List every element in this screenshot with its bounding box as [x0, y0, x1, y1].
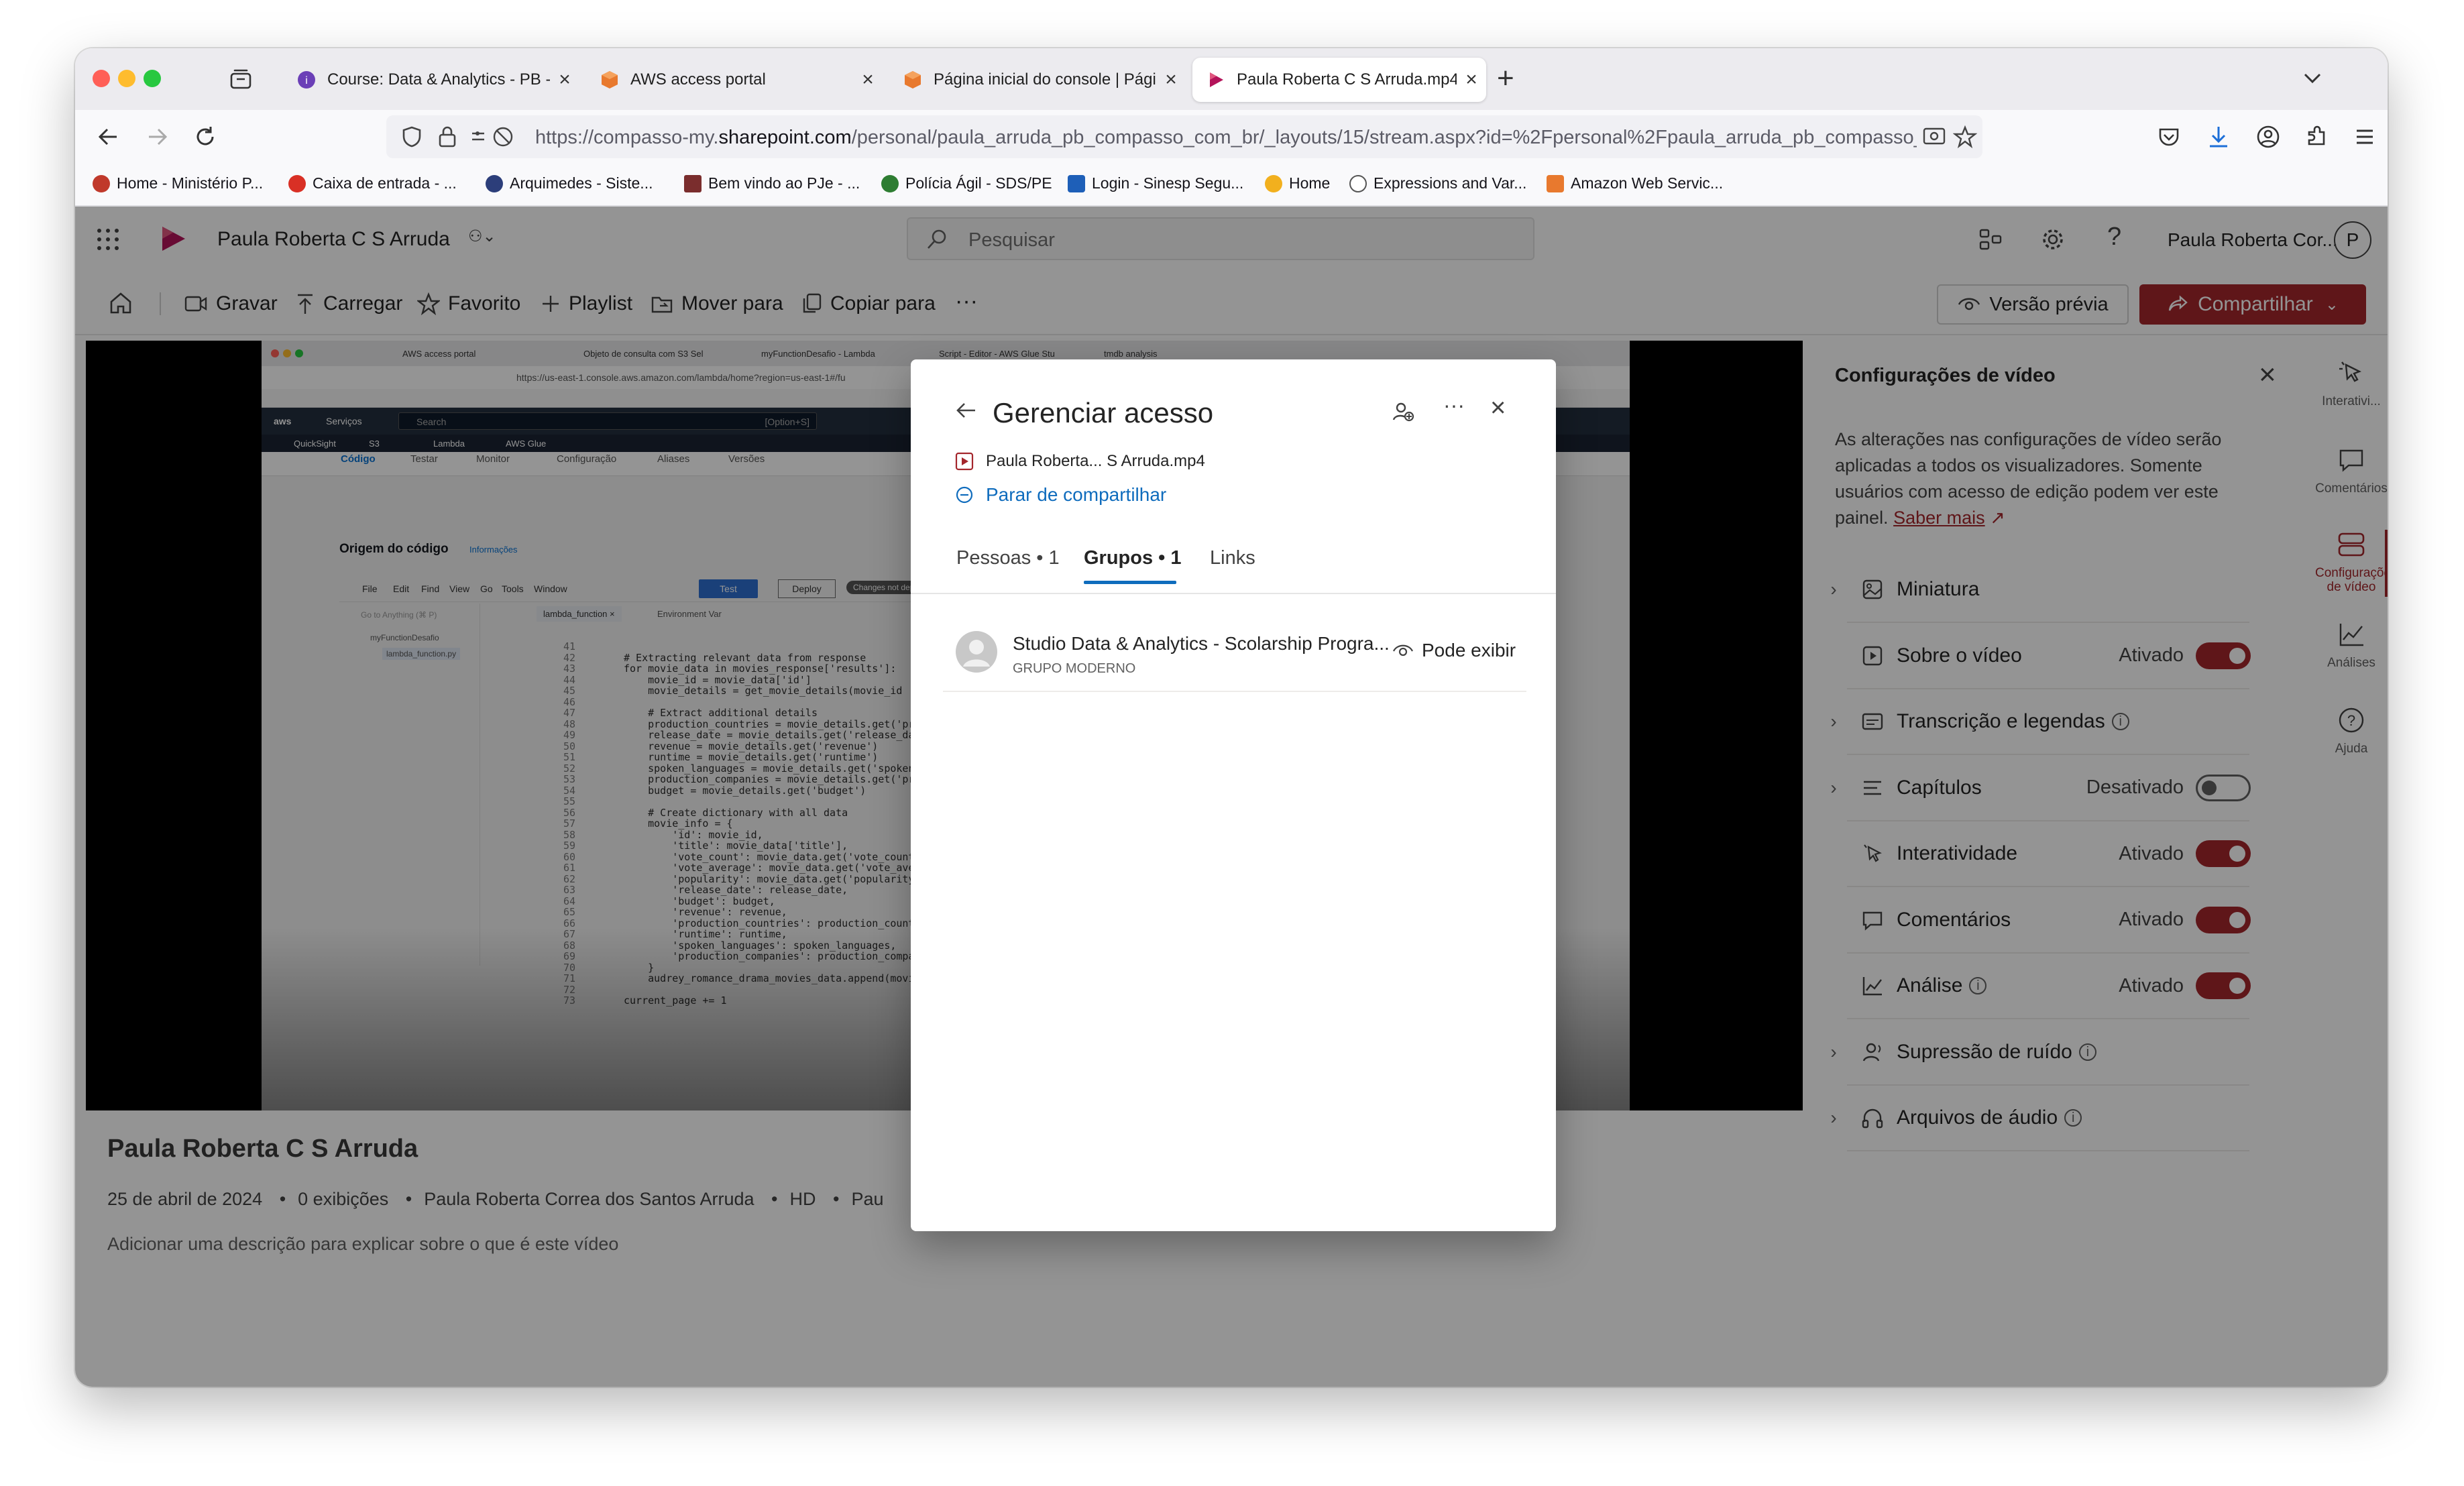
bookmark-item[interactable]: Expressions and Var... [1349, 174, 1526, 192]
tab-people[interactable]: Pessoas • 1 [956, 547, 1060, 569]
group-row[interactable]: Studio Data & Analytics - Scolarship Pro… [943, 613, 1526, 692]
stop-sharing-link[interactable]: Parar de compartilhar [955, 484, 1166, 506]
permission-dropdown[interactable]: Pode exibir [1392, 640, 1516, 661]
bookmark-favicon-icon [881, 174, 899, 192]
url-bar[interactable]: https://compasso-my.sharepoint.com/perso… [386, 115, 1982, 158]
globe-icon [1349, 174, 1367, 192]
forward-arrow-icon[interactable] [144, 123, 170, 150]
eye-icon [1392, 644, 1414, 656]
close-window-button[interactable] [93, 70, 110, 87]
close-tab-icon[interactable]: × [1457, 68, 1486, 91]
file-name: Paula Roberta... S Arruda.mp4 [986, 452, 1205, 470]
bookmark-favicon-icon [684, 174, 702, 192]
more-options-icon[interactable]: ··· [1443, 393, 1465, 418]
file-reference: Paula Roberta... S Arruda.mp4 [955, 452, 1205, 471]
maximize-window-button[interactable] [144, 70, 161, 87]
url-text[interactable]: https://compasso-my.sharepoint.com/perso… [535, 127, 1917, 149]
dialog-title: Gerenciar acesso [993, 397, 1214, 428]
browser-tab[interactable]: Página inicial do console | Págir × [889, 58, 1186, 102]
close-tab-icon[interactable]: × [1156, 68, 1186, 91]
bookmark-star-icon[interactable] [1953, 125, 1977, 149]
bookmark-label: Amazon Web Servic... [1571, 174, 1724, 192]
bookmark-item[interactable]: Caixa de entrada - ... [288, 174, 457, 192]
browser-tab[interactable]: i Course: Data & Analytics - PB - × [283, 58, 579, 102]
tab-label: Página inicial do console | Págir [934, 70, 1156, 89]
permissions-icon[interactable] [469, 125, 520, 149]
menu-hamburger-icon[interactable] [2351, 123, 2378, 150]
navigation-bar: https://compasso-my.sharepoint.com/perso… [75, 110, 2388, 164]
stream-play-icon [1210, 72, 1223, 87]
gmail-icon [288, 174, 306, 192]
group-name: Studio Data & Analytics - Scolarship Pro… [1013, 633, 1390, 654]
tab-list-chevron-icon[interactable] [2302, 68, 2323, 87]
bookmark-label: Login - Sinesp Segu... [1092, 174, 1244, 192]
permission-label: Pode exibir [1422, 640, 1516, 661]
pocket-icon[interactable] [2155, 123, 2182, 150]
bookmark-label: Home [1289, 174, 1331, 192]
close-tab-icon[interactable]: × [853, 68, 883, 91]
tab-label: AWS access portal [630, 70, 766, 89]
course-icon: i [298, 71, 315, 89]
back-arrow-icon[interactable] [954, 398, 978, 422]
aws-cube-icon [1547, 174, 1564, 192]
bookmark-label: Bem vindo ao PJe - ... [708, 174, 860, 192]
bookmark-favicon-icon [1265, 174, 1282, 192]
reload-icon[interactable] [192, 123, 219, 150]
bookmark-label: Home - Ministério P... [117, 174, 264, 192]
stop-sharing-label: Parar de compartilhar [986, 484, 1167, 505]
download-icon[interactable] [2205, 123, 2232, 150]
back-arrow-icon[interactable] [95, 123, 122, 150]
close-tab-icon[interactable]: × [550, 68, 579, 91]
account-icon[interactable] [2255, 123, 2282, 150]
tab-groups[interactable]: Grupos • 1 [1084, 547, 1182, 569]
tab-links[interactable]: Links [1210, 547, 1255, 569]
bookmark-label: Caixa de entrada - ... [313, 174, 457, 192]
video-file-icon [955, 452, 974, 471]
add-people-icon[interactable] [1391, 400, 1415, 424]
bookmark-favicon-icon [1068, 174, 1085, 192]
new-tab-button[interactable]: + [1497, 62, 1514, 95]
tab-label: Course: Data & Analytics - PB - [327, 70, 550, 89]
bookmark-favicon-icon [93, 174, 110, 192]
group-type: GRUPO MODERNO [1013, 661, 1136, 676]
browser-tab-active[interactable]: Paula Roberta C S Arruda.mp4 × [1192, 58, 1486, 102]
bookmark-label: Polícia Ágil - SDS/PE [905, 174, 1052, 192]
active-tab-indicator [1084, 581, 1176, 584]
bookmarks-bar: Home - Ministério P... Caixa de entrada … [75, 164, 2388, 207]
aws-cube-icon [602, 71, 618, 89]
bookmark-item[interactable]: Login - Sinesp Segu... [1068, 174, 1243, 192]
bookmark-item[interactable]: Amazon Web Servic... [1547, 174, 1723, 192]
group-avatar-icon [956, 631, 997, 673]
bookmark-label: Expressions and Var... [1374, 174, 1527, 192]
minimize-window-button[interactable] [118, 70, 135, 87]
tab-bar: i Course: Data & Analytics - PB - × AWS … [75, 48, 2388, 110]
bookmark-label: Arquimedes - Siste... [510, 174, 653, 192]
bookmark-favicon-icon [486, 174, 503, 192]
lock-icon[interactable] [437, 125, 457, 149]
tab-overview-icon[interactable] [229, 68, 252, 90]
tab-label: Paula Roberta C S Arruda.mp4 [1237, 70, 1457, 89]
bookmark-item[interactable]: Home - Ministério P... [93, 174, 263, 192]
bookmark-item[interactable]: Arquimedes - Siste... [486, 174, 653, 192]
shield-icon[interactable] [400, 125, 424, 149]
svg-text:i: i [305, 75, 308, 87]
extensions-icon[interactable] [2303, 123, 2330, 150]
manage-access-dialog: Gerenciar acesso ··· × Paula Roberta... … [911, 359, 1556, 1231]
screenshot-icon[interactable] [1922, 126, 1946, 148]
close-icon[interactable]: × [1490, 393, 1506, 423]
stop-circle-icon [956, 486, 973, 504]
bookmark-item[interactable]: Polícia Ágil - SDS/PE [881, 174, 1052, 192]
aws-cube-icon [905, 71, 921, 89]
browser-tab[interactable]: AWS access portal × [586, 58, 883, 102]
bookmark-item[interactable]: Bem vindo ao PJe - ... [684, 174, 860, 192]
bookmark-item[interactable]: Home [1265, 174, 1330, 192]
